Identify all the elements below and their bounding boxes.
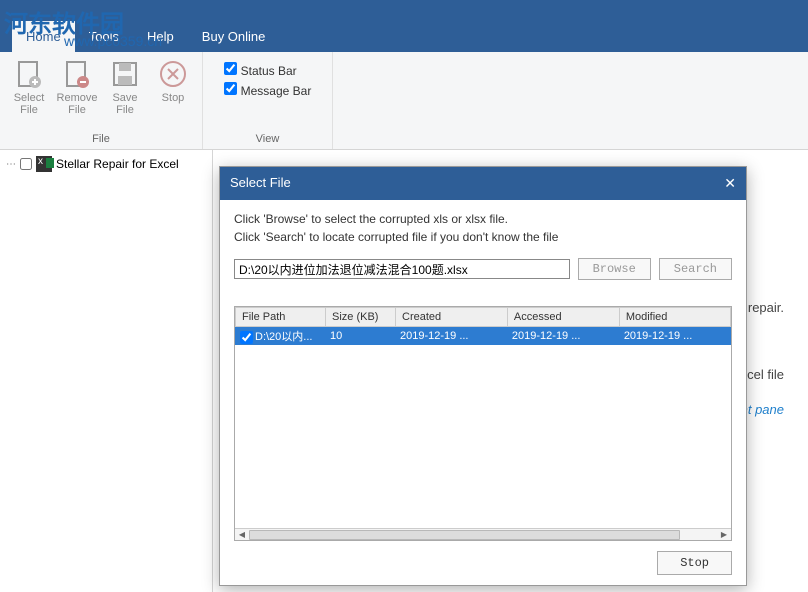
tree-toggle[interactable]: ⋯ <box>6 159 16 170</box>
search-button[interactable]: Search <box>659 258 732 280</box>
browse-button[interactable]: Browse <box>578 258 651 280</box>
close-icon[interactable]: ✕ <box>724 175 736 192</box>
ribbon-group-file-label: File <box>92 133 110 147</box>
dialog-titlebar[interactable]: Select File ✕ <box>220 167 746 200</box>
stop-icon <box>157 58 189 90</box>
dialog-instruction-1: Click 'Browse' to select the corrupted x… <box>234 212 732 226</box>
scroll-thumb[interactable] <box>249 530 680 540</box>
row-checkbox[interactable] <box>240 331 253 344</box>
scroll-left-icon[interactable]: ◀ <box>235 530 249 539</box>
grid-header-row: File Path Size (KB) Created Accessed Mod… <box>236 308 731 327</box>
excel-icon <box>36 156 52 172</box>
select-file-dialog: Select File ✕ Click 'Browse' to select t… <box>219 166 747 586</box>
watermark-url: www.pc0359.cn <box>64 33 162 49</box>
select-file-label: SelectFile <box>14 92 45 116</box>
horizontal-scrollbar[interactable]: ◀ ▶ <box>235 528 731 540</box>
dialog-title: Select File <box>230 175 291 192</box>
file-remove-icon <box>61 58 93 90</box>
file-grid: File Path Size (KB) Created Accessed Mod… <box>234 306 732 541</box>
status-bar-cb[interactable] <box>224 62 237 75</box>
select-file-button[interactable]: SelectFile <box>6 56 52 133</box>
col-filepath[interactable]: File Path <box>236 308 326 327</box>
message-bar-checkbox[interactable]: Message Bar <box>224 82 312 98</box>
ribbon-group-view-label: View <box>256 133 280 147</box>
tree-root-checkbox[interactable] <box>20 158 32 170</box>
dialog-body: Click 'Browse' to select the corrupted x… <box>220 200 746 292</box>
ribbon-group-view: Status Bar Message Bar View <box>203 52 333 149</box>
table-row[interactable]: D:\20以内... 10 2019-12-19 ... 2019-12-19 … <box>236 327 731 346</box>
save-icon <box>109 58 141 90</box>
tab-buy-online[interactable]: Buy Online <box>188 21 280 52</box>
stop-label: Stop <box>162 92 185 104</box>
dialog-instruction-2: Click 'Search' to locate corrupted file … <box>234 230 732 244</box>
scroll-right-icon[interactable]: ▶ <box>717 530 731 539</box>
file-path-input[interactable] <box>234 259 570 279</box>
dialog-footer: Stop <box>220 541 746 585</box>
tree-root-item[interactable]: ⋯ Stellar Repair for Excel <box>6 156 206 172</box>
tree-root-label: Stellar Repair for Excel <box>56 157 179 171</box>
file-plus-icon <box>13 58 45 90</box>
tree-panel: ⋯ Stellar Repair for Excel <box>0 150 213 592</box>
status-bar-checkbox[interactable]: Status Bar <box>224 62 312 78</box>
col-created[interactable]: Created <box>396 308 508 327</box>
save-file-button[interactable]: SaveFile <box>102 56 148 133</box>
message-bar-cb[interactable] <box>224 82 237 95</box>
col-modified[interactable]: Modified <box>619 308 730 327</box>
stop-button[interactable]: Stop <box>150 56 196 133</box>
save-file-label: SaveFile <box>112 92 137 116</box>
dialog-stop-button[interactable]: Stop <box>657 551 732 575</box>
watermark-logo: 河东软件园 www.pc0359.cn <box>4 4 162 49</box>
remove-file-label: RemoveFile <box>57 92 98 116</box>
ribbon: SelectFile RemoveFile SaveFile Stop File… <box>0 52 808 150</box>
remove-file-button[interactable]: RemoveFile <box>54 56 100 133</box>
col-size[interactable]: Size (KB) <box>326 308 396 327</box>
ribbon-group-file: SelectFile RemoveFile SaveFile Stop File <box>0 52 203 149</box>
col-accessed[interactable]: Accessed <box>507 308 619 327</box>
